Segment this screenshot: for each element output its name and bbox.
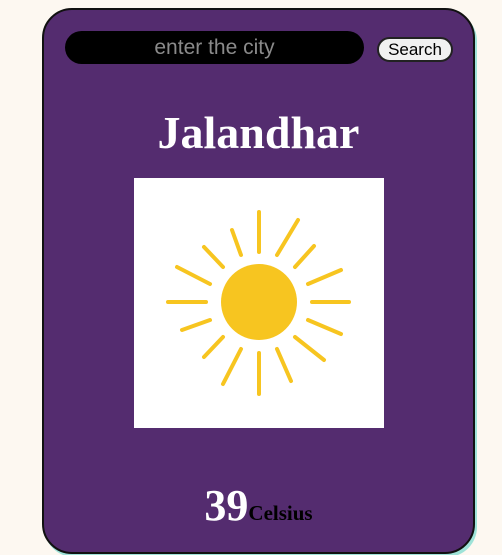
weather-image	[134, 178, 384, 428]
search-button[interactable]: Search	[377, 37, 453, 62]
sun-icon	[166, 210, 351, 396]
weather-card: Search Jalandhar	[42, 8, 475, 554]
temperature-value: 39	[204, 481, 249, 530]
temperature-display: 39Celsius	[44, 480, 473, 531]
city-name: Jalandhar	[157, 107, 360, 158]
temperature-unit: Celsius	[248, 501, 313, 525]
city-search-input[interactable]	[65, 31, 364, 64]
